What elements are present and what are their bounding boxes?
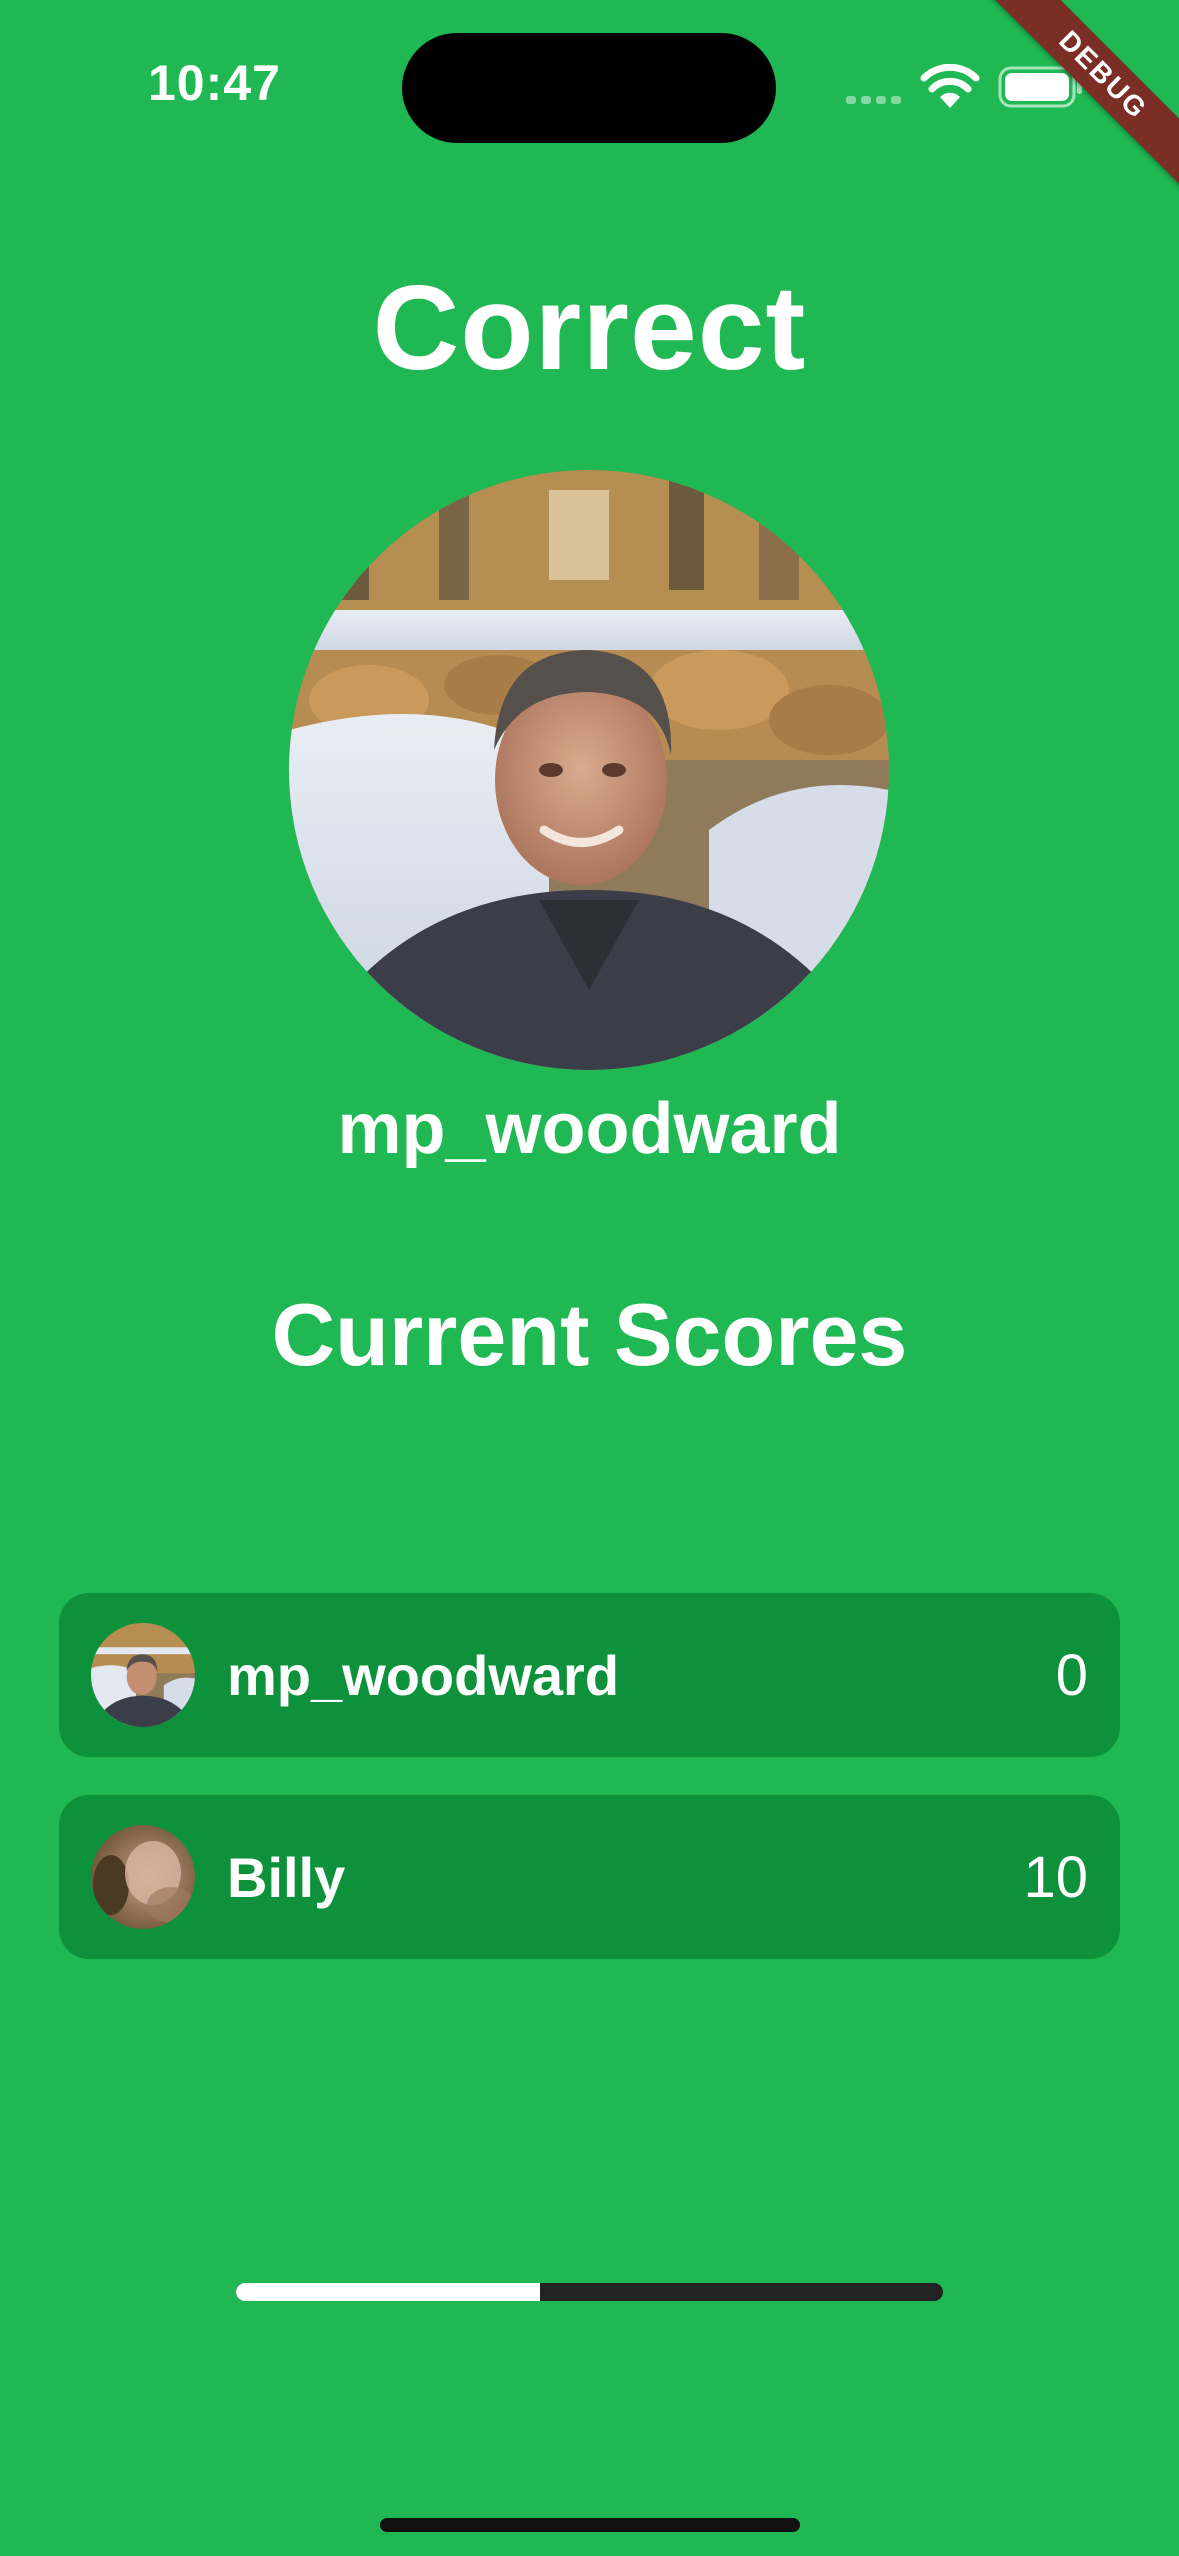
status-time: 10:47 bbox=[148, 55, 281, 111]
winner-name: mp_woodward bbox=[337, 1089, 842, 1169]
result-title: Correct bbox=[372, 261, 807, 395]
dynamic-island bbox=[402, 33, 776, 143]
timer-progress-bar bbox=[236, 2283, 943, 2301]
player-avatar bbox=[91, 1623, 195, 1727]
timer-progress-fill bbox=[236, 2283, 540, 2301]
player-score: 0 bbox=[1055, 1642, 1088, 1708]
player-avatar bbox=[91, 1825, 195, 1929]
status-bar: 10:47 bbox=[0, 0, 1179, 180]
player-name: mp_woodward bbox=[227, 1643, 620, 1707]
battery-icon bbox=[998, 66, 1082, 108]
scores-heading: Current Scores bbox=[271, 1285, 908, 1384]
player-score: 10 bbox=[1023, 1844, 1088, 1910]
profile-photo bbox=[289, 470, 889, 1070]
score-row: Billy 10 bbox=[59, 1795, 1120, 1959]
score-row: mp_woodward 0 bbox=[59, 1593, 1120, 1757]
player-name: Billy bbox=[227, 1845, 346, 1909]
winner-avatar bbox=[289, 470, 889, 1070]
profile-photo bbox=[91, 1623, 195, 1727]
wifi-icon bbox=[920, 64, 980, 108]
signal-icon bbox=[846, 96, 901, 104]
profile-photo bbox=[91, 1825, 195, 1929]
home-indicator[interactable] bbox=[380, 2518, 800, 2532]
